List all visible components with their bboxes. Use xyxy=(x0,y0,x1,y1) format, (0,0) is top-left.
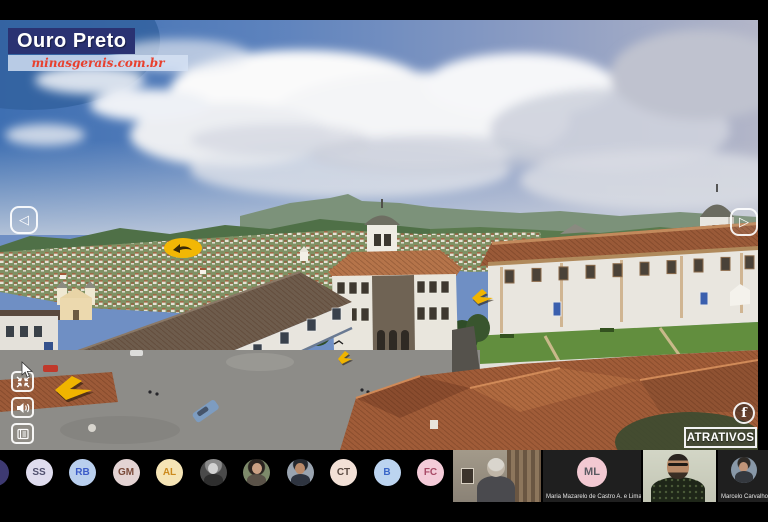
participant-avatar[interactable]: GM xyxy=(112,459,140,486)
facebook-icon: f xyxy=(741,405,747,421)
book-icon xyxy=(16,428,29,439)
audio-button[interactable] xyxy=(11,397,34,418)
compress-arrows-icon xyxy=(16,375,29,388)
guide-button[interactable] xyxy=(11,423,34,444)
picture-frame xyxy=(461,468,474,484)
participant-name: Marcelo Carvalho Cam xyxy=(721,494,768,500)
person-head xyxy=(667,454,689,479)
participant-avatar[interactable]: FC xyxy=(417,459,444,486)
meeting-bar: B SS RB GM AL CT B FC ML Maria Mazarelo de Cast… xyxy=(0,450,768,522)
avatar: ML xyxy=(577,457,607,487)
avatar xyxy=(731,457,757,483)
chevron-right-icon: ▷ xyxy=(739,214,749,229)
participant-tile[interactable]: ML Maria Mazarelo de Castro A. e Lima xyxy=(543,450,641,502)
hotspot-arrow[interactable] xyxy=(336,350,354,366)
participant-avatar[interactable] xyxy=(243,459,270,486)
panorama-viewport[interactable] xyxy=(0,20,758,450)
video-tile[interactable] xyxy=(453,450,541,502)
participant-video xyxy=(643,450,716,502)
participant-avatar[interactable] xyxy=(286,459,314,486)
participant-video xyxy=(453,450,541,502)
participant-avatar[interactable]: B xyxy=(373,459,401,486)
glasses xyxy=(668,463,688,466)
hotspot-marker-oval[interactable] xyxy=(163,237,203,259)
pan-left-button[interactable]: ◁ xyxy=(10,206,38,234)
participant-avatar[interactable]: AL xyxy=(156,459,183,486)
speaker-icon xyxy=(16,402,29,413)
facebook-button[interactable]: f xyxy=(733,402,755,424)
panorama-scene[interactable] xyxy=(0,20,758,450)
participant-tile[interactable]: Marcelo Carvalho Cam xyxy=(718,450,768,502)
participant-avatar[interactable]: RB xyxy=(69,459,96,486)
app-window: Ouro Preto minasgerais.com.br ◁ ▷ f ATRA… xyxy=(0,0,768,522)
atrativos-button[interactable]: ATRATIVOS xyxy=(684,427,757,448)
tour-title: Ouro Preto xyxy=(8,28,136,54)
chevron-left-icon: ◁ xyxy=(19,212,29,227)
screen: { "tour": { "title": "Ouro Preto", "site… xyxy=(0,0,768,522)
hotspot-arrow[interactable] xyxy=(470,288,496,306)
participant-avatar[interactable]: CT xyxy=(330,459,357,486)
person-body xyxy=(651,477,705,502)
participant-avatar[interactable]: B xyxy=(0,459,9,486)
hotspot-arrow[interactable] xyxy=(52,374,96,402)
participant-avatar[interactable]: SS xyxy=(25,459,53,486)
tour-site-banner: minasgerais.com.br xyxy=(8,55,188,71)
participant-avatar[interactable] xyxy=(199,459,227,486)
exit-fullscreen-button[interactable] xyxy=(11,371,34,392)
person-head xyxy=(487,458,505,477)
participant-name: Maria Mazarelo de Castro A. e Lima xyxy=(546,494,641,500)
video-tile[interactable] xyxy=(643,450,716,502)
person-body xyxy=(477,476,515,502)
pan-right-button[interactable]: ▷ xyxy=(730,208,758,236)
